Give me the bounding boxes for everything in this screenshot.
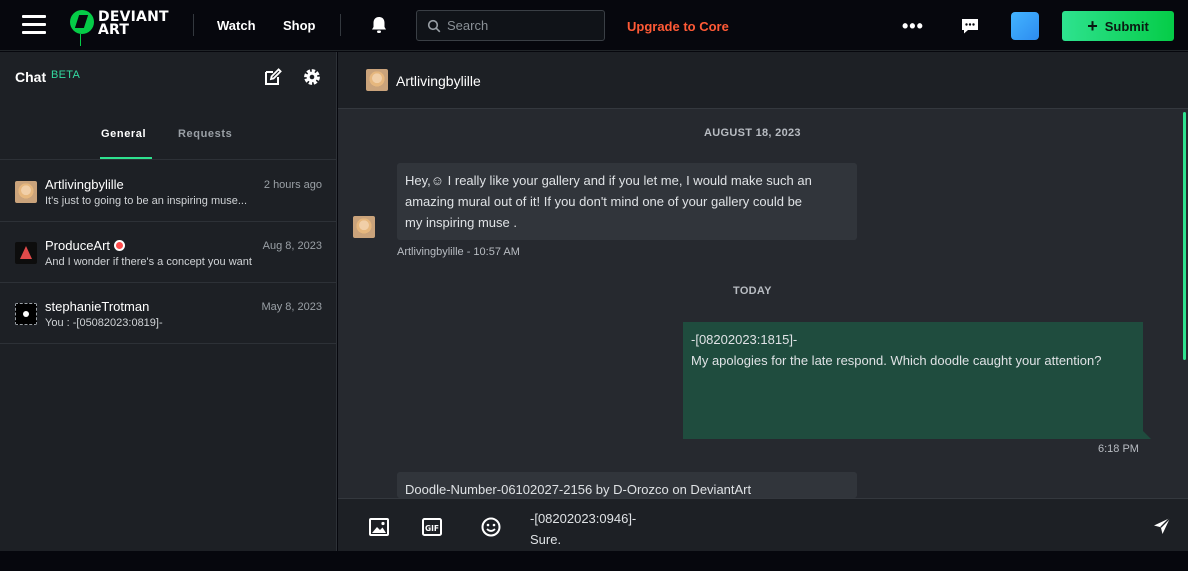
bottom-strip [0, 551, 1188, 571]
status-badge-icon [114, 240, 126, 251]
svg-text:GIF: GIF [425, 524, 439, 533]
conversation-preview: You : -[05082023:0819]- [45, 317, 163, 329]
avatar [15, 303, 37, 325]
search-icon [427, 19, 441, 33]
conversation-name: Artlivingbylille [45, 177, 124, 192]
conversation-time: May 8, 2023 [261, 301, 322, 313]
date-separator: AUGUST 18, 2023 [704, 127, 801, 139]
chat-title: Chat [15, 69, 47, 85]
conversation-item[interactable]: Artlivingbylille 2 hours ago It's just t… [0, 161, 336, 222]
notifications-bell-icon[interactable] [369, 15, 389, 35]
tab-requests[interactable]: Requests [178, 128, 232, 140]
conversation-item[interactable]: stephanieTrotman May 8, 2023 You : -[050… [0, 283, 336, 344]
divider [193, 14, 194, 36]
avatar[interactable] [366, 69, 388, 91]
message-meta: Artlivingbylille - 10:57 AM [397, 246, 520, 258]
outgoing-message: -[08202023:1815]- My apologies for the l… [683, 322, 1151, 439]
message-input[interactable]: -[08202023:0946]- Sure. [530, 508, 636, 550]
beta-badge: BETA [51, 69, 81, 81]
upgrade-to-core-link[interactable]: Upgrade to Core [627, 19, 729, 34]
avatar [15, 181, 37, 203]
message-input-line: -[08202023:0946]- [530, 511, 637, 526]
user-avatar[interactable] [1011, 12, 1039, 40]
message-line: amazing mural out of it! If you don't mi… [405, 194, 803, 209]
conversation-preview: And I wonder if there's a concept you wa… [45, 256, 252, 268]
shop-link[interactable]: Shop [283, 18, 316, 33]
gif-icon[interactable]: GIF [421, 516, 443, 538]
chat-panel: Artlivingbylille AUGUST 18, 2023 Hey,☺ I… [338, 52, 1188, 571]
message-line: -[08202023:1815]- [691, 332, 798, 347]
conversation-item[interactable]: ProduceArt Aug 8, 2023 And I wonder if t… [0, 222, 336, 283]
avatar [15, 242, 37, 264]
date-separator: TODAY [733, 285, 772, 297]
watch-link[interactable]: Watch [217, 18, 256, 33]
menu-icon[interactable] [22, 15, 46, 35]
logo-text-line2: ART [98, 22, 130, 38]
top-bar: DEVIANT ART Watch Shop Upgrade to Core •… [0, 0, 1188, 51]
message-line: my inspiring muse . [405, 215, 517, 230]
message-input-line: Sure. [530, 532, 562, 547]
tab-divider [0, 159, 336, 160]
chat-sidebar: Chat BETA General Requests Artlivingbyli… [0, 52, 337, 571]
divider [340, 14, 341, 36]
logo-text: DEVIANT ART [98, 10, 169, 38]
conversation-name: ProduceArt [45, 238, 111, 253]
chat-header: Artlivingbylille [338, 52, 1188, 109]
message-time: 6:18 PM [1098, 443, 1139, 455]
send-icon[interactable] [1152, 516, 1172, 536]
recipient-name[interactable]: Artlivingbylille [396, 73, 481, 89]
search-box[interactable] [416, 10, 605, 41]
messages-icon[interactable] [960, 16, 980, 36]
message-line: Hey,☺ I really like your gallery and if … [405, 173, 812, 188]
tab-general[interactable]: General [101, 128, 146, 140]
deviantart-logo[interactable]: DEVIANT ART [68, 8, 178, 48]
logo-balloon-string [80, 34, 81, 46]
compose-icon[interactable] [263, 67, 283, 87]
conversation-name-row: ProduceArt [45, 238, 126, 253]
conversation-name: stephanieTrotman [45, 299, 150, 314]
scrollbar[interactable] [1183, 112, 1186, 360]
incoming-message: Hey,☺ I really like your gallery and if … [397, 163, 857, 240]
search-input[interactable] [447, 11, 597, 40]
more-options-icon[interactable]: ••• [902, 16, 924, 37]
submit-button[interactable]: + Submit [1062, 11, 1174, 41]
message-line: My apologies for the late respond. Which… [691, 353, 1102, 368]
conversation-time: Aug 8, 2023 [262, 240, 322, 252]
image-upload-icon[interactable] [368, 516, 390, 538]
conversation-time: 2 hours ago [263, 179, 322, 191]
incoming-message: Doodle-Number-06102027-2156 by D-Orozco … [397, 472, 857, 498]
settings-gear-icon[interactable] [302, 67, 322, 87]
conversation-preview: It's just to going to be an inspiring mu… [45, 195, 248, 207]
message-line[interactable]: Doodle-Number-06102027-2156 by D-Orozco … [405, 479, 849, 498]
sender-avatar [353, 216, 375, 238]
emoji-icon[interactable] [480, 516, 502, 538]
logo-mark-icon [70, 10, 94, 34]
plus-icon: + [1087, 16, 1098, 36]
submit-label: Submit [1104, 18, 1149, 34]
